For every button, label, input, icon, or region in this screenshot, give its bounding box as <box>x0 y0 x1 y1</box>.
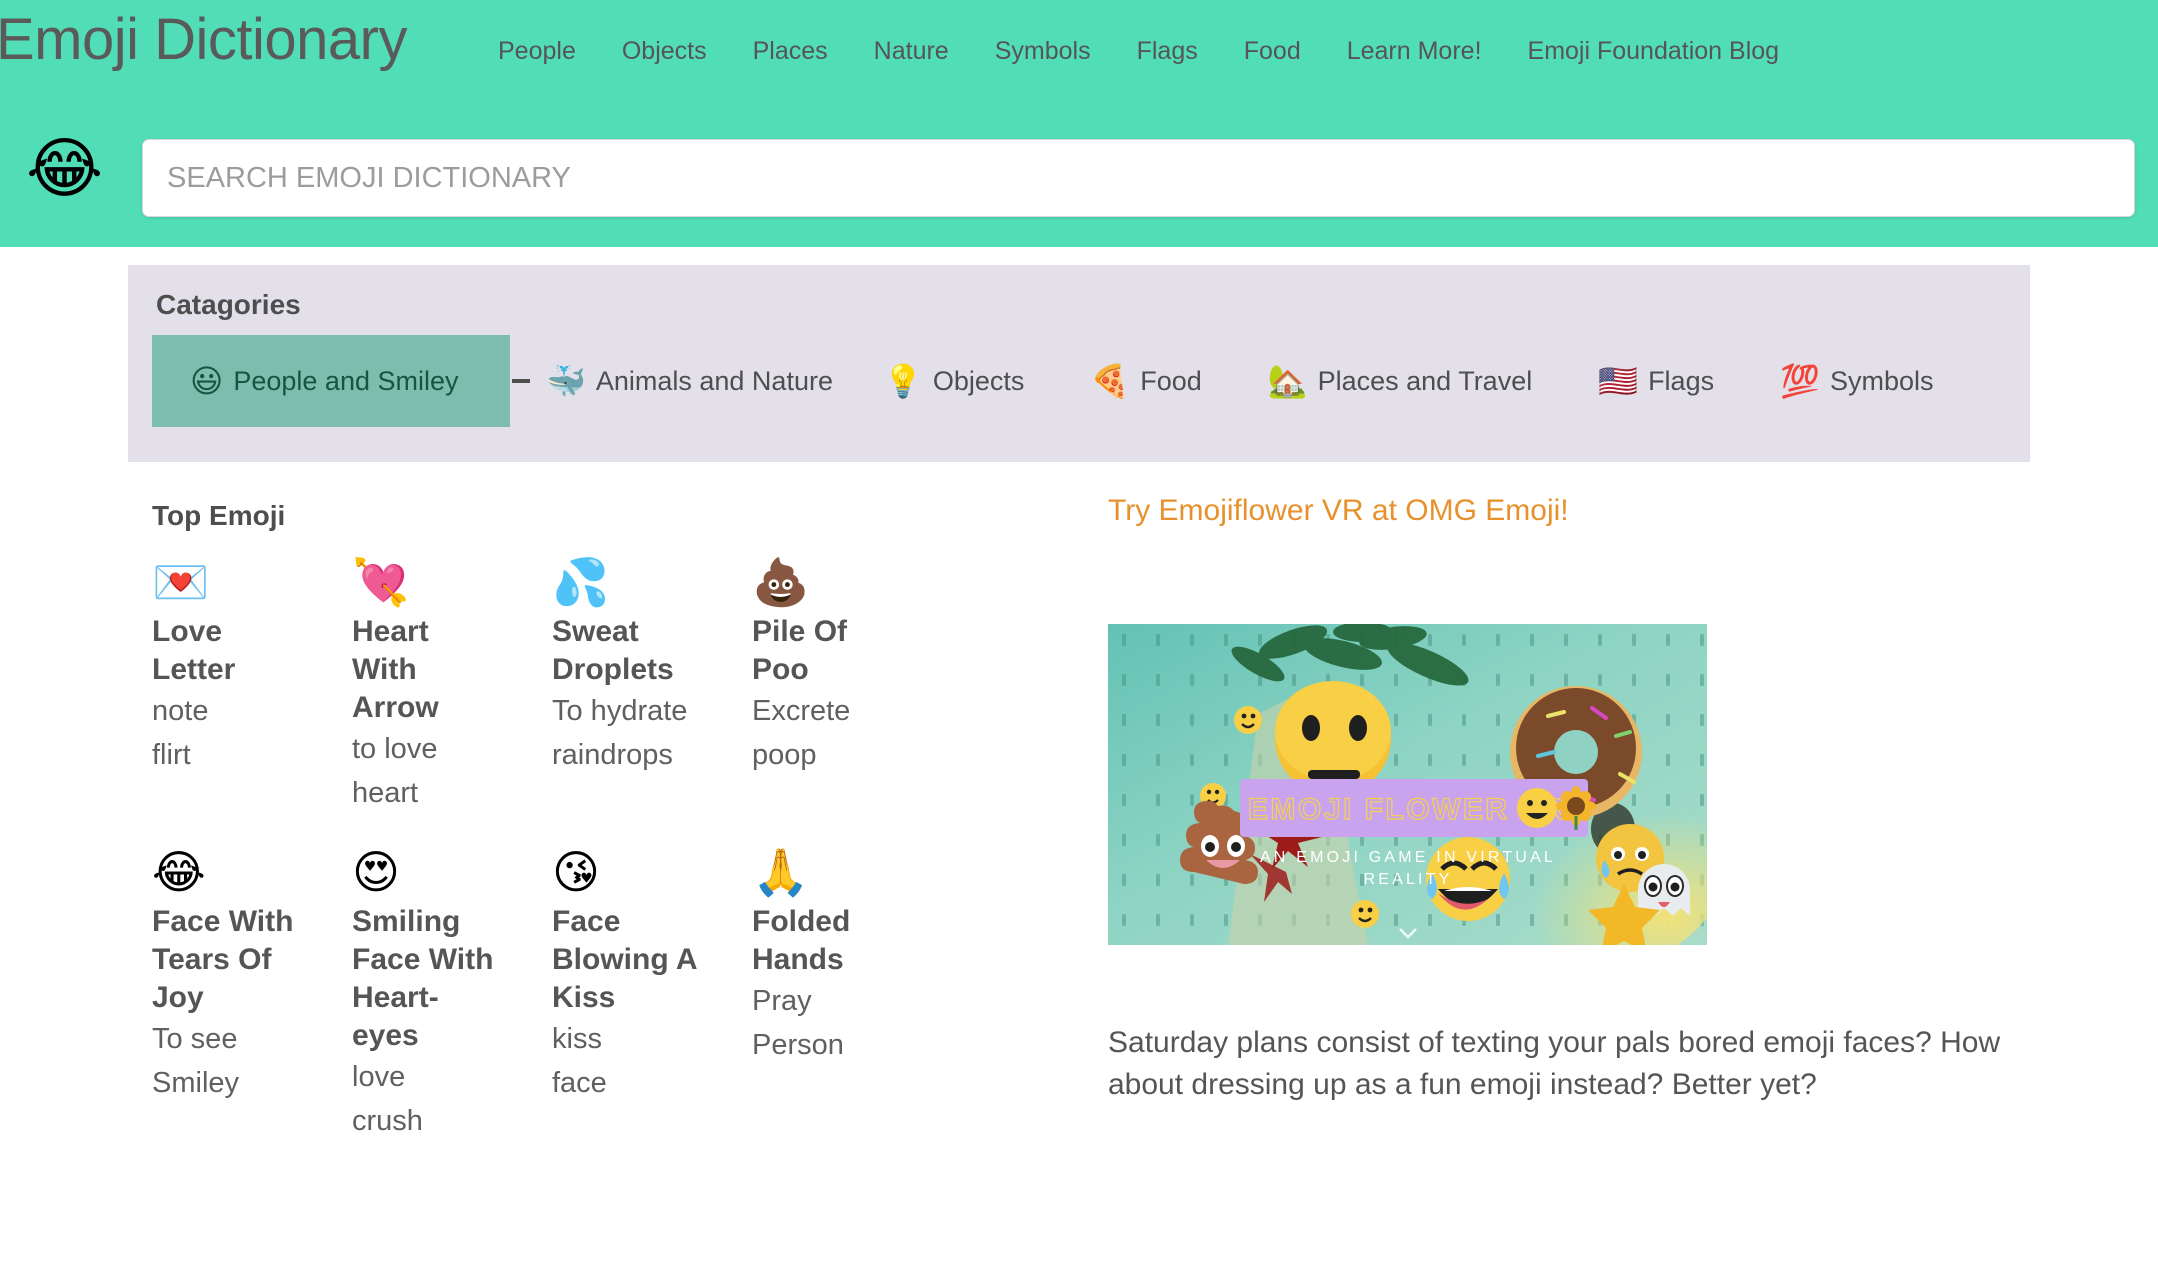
category-label: Objects <box>932 365 1025 396</box>
emoji-keyword: face <box>552 1067 607 1099</box>
nav-item-flags[interactable]: Flags <box>1137 36 1198 66</box>
emoji-keyword: Person <box>752 1029 844 1061</box>
emoji-card-face-blowing-a-kiss[interactable]: 😘 Face Blowing A Kiss kiss face <box>552 845 752 1135</box>
house-with-garden-icon: 🏡 <box>1267 363 1308 399</box>
nav-item-symbols[interactable]: Symbols <box>995 36 1091 66</box>
promo-paragraph: Saturday plans consist of texting your p… <box>1108 1026 2001 1101</box>
emoji-name: Smiling Face With Heart-eyes <box>352 905 494 1052</box>
categories-heading: Catagories <box>156 289 301 320</box>
face-with-tears-of-joy-icon: 😂 <box>26 131 104 205</box>
heart-with-arrow-icon: 💘 <box>352 556 410 608</box>
light-bulb-icon: 💡 <box>882 363 923 399</box>
category-people-and-smiley[interactable]: 😃 People and Smiley <box>152 335 510 427</box>
emoji-card-love-letter[interactable]: 💌 Love Letter note flirt <box>152 555 352 845</box>
nav-item-food[interactable]: Food <box>1244 36 1301 66</box>
category-objects[interactable]: 💡 Objects <box>873 335 1034 427</box>
category-food[interactable]: 🍕 Food <box>1080 335 1211 427</box>
nav-item-emoji-foundation-blog[interactable]: Emoji Foundation Blog <box>1528 36 1780 66</box>
category-symbols[interactable]: 💯 Symbols <box>1770 335 1943 427</box>
top-emoji-row: 💌 Love Letter note flirt 💘 Heart With Ar… <box>152 555 952 845</box>
emoji-keyword: To see <box>152 1023 238 1055</box>
nav-item-learn-more[interactable]: Learn More! <box>1347 36 1482 66</box>
emoji-keyword: raindrops <box>552 739 673 771</box>
folded-hands-icon: 🙏 <box>752 846 810 898</box>
category-label: Flags <box>1648 365 1715 396</box>
emoji-card-pile-of-poo[interactable]: 💩 Pile Of Poo Excrete poop <box>752 555 952 845</box>
emoji-card-smiling-face-with-heart-eyes[interactable]: 😍 Smiling Face With Heart-eyes love crus… <box>352 845 552 1137</box>
category-animals-and-nature[interactable]: 🐳 Animals and Nature <box>536 335 843 427</box>
nav-item-nature[interactable]: Nature <box>874 36 949 66</box>
emoji-card-folded-hands[interactable]: 🙏 Folded Hands Pray Person <box>752 845 952 1135</box>
pizza-icon: 🍕 <box>1090 363 1131 399</box>
emoji-name: Folded Hands <box>752 905 851 976</box>
emoji-keyword: heart <box>352 777 419 809</box>
emoji-keyword: Pray <box>752 985 812 1017</box>
category-label: Places and Travel <box>1317 365 1533 396</box>
banner-subtitle-line1: AN EMOJI GAME IN VIRTUAL <box>1260 849 1556 866</box>
love-letter-icon: 💌 <box>152 556 210 608</box>
search-input[interactable] <box>142 139 2135 217</box>
face-with-tears-of-joy-icon: 😂 <box>152 846 206 898</box>
nav-item-places[interactable]: Places <box>753 36 828 66</box>
hundred-points-icon: 💯 <box>1780 363 1820 399</box>
categories-panel: Catagories 😃 People and Smiley 🐳 Animals… <box>128 265 2030 462</box>
us-flag-icon: 🇺🇸 <box>1598 363 1639 399</box>
emoji-keyword: kiss <box>552 1023 602 1055</box>
main-nav: People Objects Places Nature Symbols Fla… <box>498 36 1779 66</box>
pile-of-poo-icon: 💩 <box>752 556 810 608</box>
emoji-name: Face With Tears Of Joy <box>152 905 294 1014</box>
emoji-keyword: Smiley <box>152 1067 240 1099</box>
category-label: People and Smiley <box>233 365 459 396</box>
emoji-keyword: poop <box>752 739 817 771</box>
emoji-keyword: To hydrate <box>552 695 688 727</box>
nav-item-objects[interactable]: Objects <box>622 36 707 66</box>
emoji-keyword: Excrete <box>752 695 851 727</box>
emoji-name: Sweat Droplets <box>552 615 674 686</box>
whale-icon: 🐳 <box>546 363 586 399</box>
face-blowing-a-kiss-icon: 😘 <box>552 846 600 898</box>
category-separator-dash <box>512 379 530 383</box>
emoji-name: Face Blowing A Kiss <box>552 905 697 1014</box>
smiling-face-with-heart-eyes-icon: 😍 <box>352 846 400 898</box>
category-label: Animals and Nature <box>595 365 833 396</box>
top-emoji-heading: Top Emoji <box>152 500 286 531</box>
search-row: 😂 <box>0 122 2158 232</box>
promo-link[interactable]: Try Emojiflower VR at OMG Emoji! <box>1108 494 1569 528</box>
emoji-card-face-with-tears-of-joy[interactable]: 😂 Face With Tears Of Joy To see Smiley <box>152 845 352 1135</box>
category-label: Food <box>1140 365 1202 396</box>
emoji-card-sweat-droplets[interactable]: 💦 Sweat Droplets To hydrate raindrops <box>552 555 752 845</box>
emoji-name: Heart With Arrow <box>352 615 439 724</box>
sweat-droplets-icon: 💦 <box>552 556 610 608</box>
promo-banner-image[interactable]: EMOJI FLOWER VR AN EMOJI GAME IN VIRTUAL… <box>1108 624 1707 945</box>
emoji-name: Love Letter <box>152 615 236 686</box>
top-emoji-grid: 💌 Love Letter note flirt 💘 Heart With Ar… <box>152 555 952 1137</box>
emoji-card-heart-with-arrow[interactable]: 💘 Heart With Arrow to love heart <box>352 555 552 845</box>
categories-list: 😃 People and Smiley 🐳 Animals and Nature… <box>152 335 1943 427</box>
emoji-keyword: to love <box>352 733 438 765</box>
emoji-keyword: note <box>152 695 209 727</box>
smiling-face-icon: 😃 <box>190 363 224 399</box>
emoji-keyword: flirt <box>152 739 191 771</box>
emoji-name: Pile Of Poo <box>752 615 848 686</box>
nav-item-people[interactable]: People <box>498 36 576 66</box>
site-header: Emoji Dictionary People Objects Places N… <box>0 0 2158 247</box>
category-flags[interactable]: 🇺🇸 Flags <box>1588 335 1724 427</box>
category-label: Symbols <box>1829 365 1934 396</box>
category-places-and-travel[interactable]: 🏡 Places and Travel <box>1258 335 1542 427</box>
emoji-keyword: love <box>352 1061 406 1093</box>
top-emoji-row: 😂 Face With Tears Of Joy To see Smiley 😍… <box>152 845 952 1137</box>
emoji-keyword: crush <box>352 1105 423 1137</box>
page-title: Emoji Dictionary <box>0 7 408 72</box>
banner-subtitle-line2: REALITY <box>1363 871 1452 888</box>
